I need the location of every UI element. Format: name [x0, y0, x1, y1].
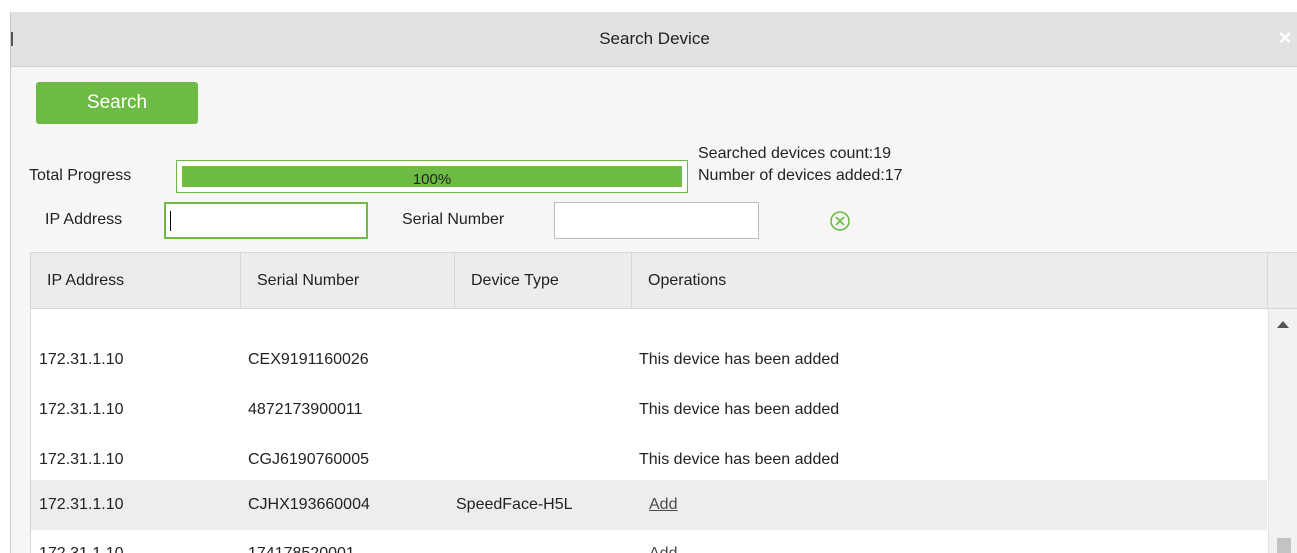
cell-serial-number: 174178520001 — [248, 529, 355, 553]
cell-serial-number: CJHX193660004 — [248, 496, 370, 513]
add-device-link[interactable]: Add — [649, 480, 677, 530]
total-progress-bar: 100% — [176, 160, 688, 193]
serial-number-input[interactable] — [554, 202, 759, 239]
scroll-up-arrow-icon[interactable] — [1277, 321, 1289, 328]
progress-percent: 100% — [412, 171, 452, 188]
table-row[interactable]: 172.31.1.10 174178520001 Add — [31, 529, 1267, 553]
cell-ip-address: 172.31.1.10 — [39, 451, 124, 468]
cell-serial-number: CGJ6190760005 — [248, 451, 369, 468]
clear-circle-icon[interactable] — [829, 210, 851, 232]
column-header-operations[interactable]: Operations — [632, 253, 1268, 308]
table-row[interactable]: 172.31.1.10 CJHX193660004 SpeedFace-H5L … — [31, 480, 1267, 530]
added-devices-count: Number of devices added:17 — [698, 167, 903, 184]
dialog-titlebar: Search Device × — [11, 12, 1297, 67]
cell-operation-status: This device has been added — [639, 401, 840, 418]
search-button[interactable]: Search — [36, 82, 198, 124]
table-header: IP Address Serial Number Device Type Ope… — [31, 253, 1297, 309]
ip-address-input[interactable] — [164, 202, 368, 239]
scrollbar-thumb[interactable] — [1277, 538, 1291, 553]
add-device-link[interactable]: Add — [649, 529, 677, 553]
device-table: IP Address Serial Number Device Type Ope… — [30, 252, 1297, 553]
ip-address-label: IP Address — [45, 211, 123, 228]
cell-operation-status: This device has been added — [639, 451, 840, 468]
search-stats: Searched devices count:19 Number of devi… — [698, 143, 903, 187]
table-scrollbar[interactable] — [1268, 309, 1297, 553]
text-caret — [170, 211, 171, 231]
cell-operation-status: This device has been added — [639, 351, 840, 368]
close-icon[interactable]: × — [1274, 26, 1296, 50]
serial-number-label: Serial Number — [402, 211, 505, 228]
cell-ip-address: 172.31.1.10 — [39, 529, 124, 553]
cell-ip-address: 172.31.1.10 — [39, 401, 124, 418]
cell-serial-number: 4872173900011 — [248, 401, 363, 418]
cell-ip-address: 172.31.1.10 — [39, 496, 124, 513]
cell-serial-number: CEX9191160026 — [248, 351, 369, 368]
search-device-dialog: Search Device × Search Total Progress 10… — [10, 12, 1297, 553]
cell-ip-address: 172.31.1.10 — [39, 351, 124, 368]
cell-device-type: SpeedFace-H5L — [456, 496, 573, 513]
dialog-title: Search Device — [599, 29, 710, 48]
table-row[interactable]: 172.31.1.10 CEX9191160026 This device ha… — [31, 335, 1267, 385]
progress-label: Total Progress — [29, 167, 132, 184]
searched-devices-count: Searched devices count:19 — [698, 145, 892, 162]
table-row[interactable]: 172.31.1.10 CGJ6190760005 This device ha… — [31, 435, 1267, 485]
table-row[interactable]: 172.31.1.10 4872173900011 This device ha… — [31, 385, 1267, 435]
column-header-device-type[interactable]: Device Type — [455, 253, 632, 308]
column-header-ip-address[interactable]: IP Address — [31, 253, 241, 308]
column-header-serial-number[interactable]: Serial Number — [241, 253, 455, 308]
